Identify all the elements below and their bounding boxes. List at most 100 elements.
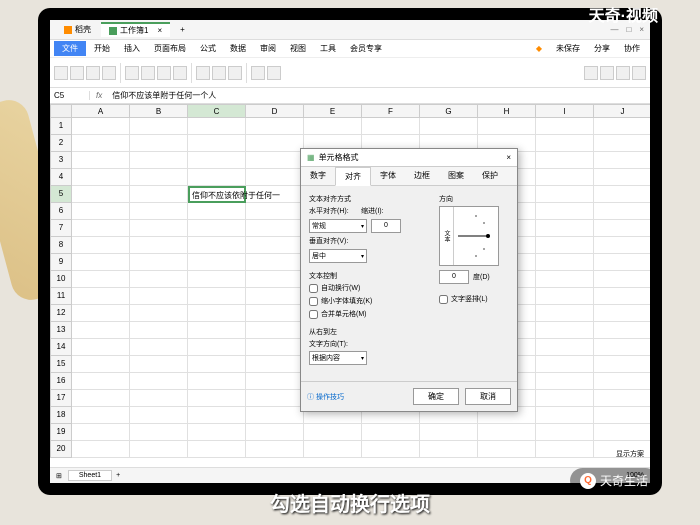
dialog-close-button[interactable]: × xyxy=(506,153,511,162)
ribbon-tab[interactable]: 会员专享 xyxy=(344,41,388,56)
row-header[interactable]: 17 xyxy=(50,390,72,407)
format-cells-dialog: ▦ 单元格格式 × 数字 对齐 字体 边框 图案 保护 文本对齐方式 水平对齐(… xyxy=(300,148,518,412)
row-header[interactable]: 15 xyxy=(50,356,72,373)
orientation-dial[interactable] xyxy=(454,211,494,261)
shrink-fit-checkbox[interactable]: 缩小字体填充(K) xyxy=(309,296,429,306)
cut-icon[interactable] xyxy=(70,66,84,80)
file-menu[interactable]: 文件 xyxy=(54,41,86,56)
text-direction-select[interactable]: 根据内容 xyxy=(309,351,367,365)
dialog-titlebar[interactable]: ▦ 单元格格式 × xyxy=(301,149,517,167)
copy-icon[interactable] xyxy=(86,66,100,80)
sheet-tab[interactable]: Sheet1 xyxy=(68,470,112,481)
row-header[interactable]: 2 xyxy=(50,135,72,152)
align-center-icon[interactable] xyxy=(212,66,226,80)
filter-icon[interactable] xyxy=(616,66,630,80)
cell-c5[interactable]: 信仰不应该依附于任何一 xyxy=(188,186,246,203)
collab-button[interactable]: 协作 xyxy=(618,41,646,56)
row-header[interactable]: 19 xyxy=(50,424,72,441)
formula-input[interactable]: 信仰不应该单附于任何一个人 xyxy=(108,90,650,101)
share-button[interactable]: 分享 xyxy=(588,41,616,56)
tab-number[interactable]: 数字 xyxy=(301,167,335,185)
column-header[interactable]: D xyxy=(246,104,304,118)
degrees-spinner[interactable]: 0 xyxy=(439,270,469,284)
row-header[interactable]: 11 xyxy=(50,288,72,305)
align-left-icon[interactable] xyxy=(196,66,210,80)
close-button[interactable]: × xyxy=(639,25,644,34)
column-header[interactable]: C xyxy=(188,104,246,118)
ribbon-tab[interactable]: 视图 xyxy=(284,41,312,56)
indent-spinner[interactable]: 0 xyxy=(371,219,401,233)
column-header[interactable]: F xyxy=(362,104,420,118)
row-header[interactable]: 3 xyxy=(50,152,72,169)
merge-cells-checkbox[interactable]: 合并单元格(M) xyxy=(309,309,429,319)
wrap-text-icon[interactable] xyxy=(251,66,265,80)
column-header[interactable]: B xyxy=(130,104,188,118)
save-status: 未保存 xyxy=(550,41,586,56)
row-header[interactable]: 9 xyxy=(50,254,72,271)
row-header[interactable]: 18 xyxy=(50,407,72,424)
italic-icon[interactable] xyxy=(141,66,155,80)
column-header[interactable]: E xyxy=(304,104,362,118)
ribbon-tab[interactable]: 审阅 xyxy=(254,41,282,56)
degrees-label: 度(D) xyxy=(473,272,490,282)
tab-protection[interactable]: 保护 xyxy=(473,167,507,185)
row-header[interactable]: 12 xyxy=(50,305,72,322)
bold-icon[interactable] xyxy=(125,66,139,80)
select-all-corner[interactable] xyxy=(50,104,72,118)
minimize-button[interactable]: — xyxy=(610,25,618,34)
app-tab-workbook[interactable]: 工作簿1× xyxy=(101,22,170,37)
row-header[interactable]: 1 xyxy=(50,118,72,135)
row-header[interactable]: 13 xyxy=(50,322,72,339)
paste-icon[interactable] xyxy=(54,66,68,80)
format-painter-icon[interactable] xyxy=(102,66,116,80)
maximize-button[interactable]: □ xyxy=(626,25,631,34)
ok-button[interactable]: 确定 xyxy=(413,388,459,405)
vertical-align-select[interactable]: 居中 xyxy=(309,249,367,263)
add-sheet-button[interactable]: + xyxy=(116,472,120,479)
orientation-control[interactable]: 文本 xyxy=(439,206,499,266)
new-tab-button[interactable]: + xyxy=(172,22,193,37)
ribbon-tab[interactable]: 开始 xyxy=(88,41,116,56)
underline-icon[interactable] xyxy=(157,66,171,80)
status-bar: ⊞ Sheet1 + 100% xyxy=(50,467,650,483)
column-header[interactable]: I xyxy=(536,104,594,118)
orientation-vertical-text[interactable]: 文本 xyxy=(440,207,454,265)
row-header[interactable]: 14 xyxy=(50,339,72,356)
sort-icon[interactable] xyxy=(600,66,614,80)
column-header[interactable]: A xyxy=(72,104,130,118)
row-header[interactable]: 7 xyxy=(50,220,72,237)
cancel-button[interactable]: 取消 xyxy=(465,388,511,405)
fx-icon[interactable]: fx xyxy=(90,91,108,100)
ribbon-tab[interactable]: 公式 xyxy=(194,41,222,56)
merge-icon[interactable] xyxy=(228,66,242,80)
row-header[interactable]: 6 xyxy=(50,203,72,220)
row-header[interactable]: 8 xyxy=(50,237,72,254)
find-icon[interactable] xyxy=(632,66,646,80)
help-link[interactable]: ⓘ操作技巧 xyxy=(307,392,344,402)
text-vertical-checkbox[interactable]: 文字竖排(L) xyxy=(439,294,509,304)
number-format-icon[interactable] xyxy=(267,66,281,80)
column-header[interactable]: J xyxy=(594,104,650,118)
vertical-align-label: 垂直对齐(V): xyxy=(309,236,357,246)
tab-pattern[interactable]: 图案 xyxy=(439,167,473,185)
wrap-text-checkbox[interactable]: 自动换行(W) xyxy=(309,283,429,293)
ribbon-tab[interactable]: 插入 xyxy=(118,41,146,56)
column-header[interactable]: H xyxy=(478,104,536,118)
tab-border[interactable]: 边框 xyxy=(405,167,439,185)
app-tab-home[interactable]: 稻壳 xyxy=(56,22,99,37)
tab-alignment[interactable]: 对齐 xyxy=(335,167,371,186)
row-header[interactable]: 10 xyxy=(50,271,72,288)
row-header[interactable]: 5 xyxy=(50,186,72,203)
column-header[interactable]: G xyxy=(420,104,478,118)
tab-font[interactable]: 字体 xyxy=(371,167,405,185)
row-header[interactable]: 20 xyxy=(50,441,72,458)
cell-reference-box[interactable]: C5 xyxy=(50,91,90,100)
row-header[interactable]: 4 xyxy=(50,169,72,186)
ribbon-tab[interactable]: 数据 xyxy=(224,41,252,56)
row-header[interactable]: 16 xyxy=(50,373,72,390)
ribbon-tab[interactable]: 工具 xyxy=(314,41,342,56)
horizontal-align-select[interactable]: 常规 xyxy=(309,219,367,233)
ribbon-tab[interactable]: 页面布局 xyxy=(148,41,192,56)
font-color-icon[interactable] xyxy=(173,66,187,80)
sum-icon[interactable] xyxy=(584,66,598,80)
